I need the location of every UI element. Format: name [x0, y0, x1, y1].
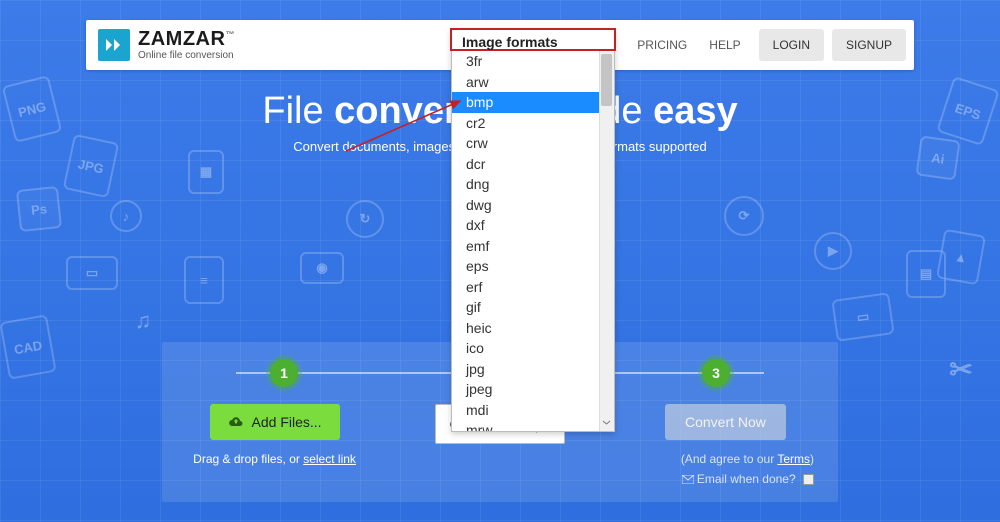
add-files-button[interactable]: Add Files... [210, 404, 340, 440]
email-checkbox[interactable] [803, 474, 814, 485]
step-1-column: Add Files... Drag & drop files, or selec… [162, 404, 387, 466]
bg-file-icon: ▦ [188, 150, 224, 194]
format-option-emf[interactable]: emf [452, 236, 614, 257]
logo-mark [98, 29, 130, 61]
hero-t0: File [262, 90, 334, 132]
format-option-dcr[interactable]: dcr [452, 154, 614, 175]
step-1-badge: 1 [270, 359, 298, 387]
format-option-mrw[interactable]: mrw [452, 420, 614, 431]
email-label: Email when done? [697, 472, 796, 486]
drag-drop-hint: Drag & drop files, or select link [162, 452, 387, 466]
bg-note-icon: ♪ [110, 200, 142, 232]
bg-music-icon: ♫ [128, 306, 158, 336]
terms-post: ) [810, 452, 814, 466]
nav-pricing[interactable]: PRICING [627, 30, 697, 60]
brand-name: ZAMZAR [138, 28, 225, 50]
brand-tagline: Online file conversion [138, 51, 235, 61]
bg-image-icon: ◉ [300, 252, 344, 284]
format-option-ico[interactable]: ico [452, 338, 614, 359]
format-option-heic[interactable]: heic [452, 318, 614, 339]
format-option-cr2[interactable]: cr2 [452, 113, 614, 134]
terms-link[interactable]: Terms [777, 452, 810, 466]
terms-hint: (And agree to our Terms) [613, 452, 838, 466]
format-option-jpg[interactable]: jpg [452, 359, 614, 380]
format-option-gif[interactable]: gif [452, 297, 614, 318]
add-files-label: Add Files... [252, 414, 322, 430]
scroll-down-icon[interactable] [602, 418, 611, 427]
scrollbar-track[interactable] [599, 30, 614, 431]
logo-arrows-icon [104, 35, 124, 55]
bg-doc-icon: ≡ [184, 256, 224, 304]
format-option-crw[interactable]: crw [452, 133, 614, 154]
bg-ps-icon: Ps [16, 186, 62, 232]
bg-refresh-icon: ↻ [346, 200, 384, 238]
convert-now-button[interactable]: Convert Now [665, 404, 786, 440]
cloud-upload-icon [228, 415, 244, 429]
format-option-dxf[interactable]: dxf [452, 215, 614, 236]
drag-text: Drag & drop files, or [193, 452, 303, 466]
format-option-erf[interactable]: erf [452, 277, 614, 298]
login-button[interactable]: LOGIN [759, 29, 824, 61]
brand-tm: ™ [225, 29, 235, 39]
mail-icon [682, 475, 694, 484]
format-option-eps[interactable]: eps [452, 256, 614, 277]
format-option-jpeg[interactable]: jpeg [452, 379, 614, 400]
format-option-dwg[interactable]: dwg [452, 195, 614, 216]
bg-laptop-icon: ▭ [831, 292, 894, 342]
bg-play-icon: ▶ [814, 232, 852, 270]
dropdown-header: Image formats [450, 28, 616, 51]
format-option-3fr[interactable]: 3fr [452, 51, 614, 72]
format-option-dng[interactable]: dng [452, 174, 614, 195]
logo-text: ZAMZAR™ Online file conversion [138, 29, 235, 61]
bg-picture-icon: ▲ [936, 229, 986, 286]
format-option-bmp[interactable]: bmp [452, 92, 614, 113]
bg-sync-icon: ⟳ [724, 196, 764, 236]
scrollbar-thumb[interactable] [601, 54, 612, 106]
bg-gear-icon: ✂ [944, 352, 978, 386]
format-option-mdi[interactable]: mdi [452, 400, 614, 421]
hero-t3: easy [653, 90, 738, 132]
bg-cad-icon: CAD [0, 314, 57, 379]
logo[interactable]: ZAMZAR™ Online file conversion [86, 29, 247, 61]
step-3-column: Convert Now (And agree to our Terms) Ema… [613, 404, 838, 486]
bg-cassette-icon: ▭ [66, 256, 118, 290]
select-link[interactable]: select link [303, 452, 356, 466]
signup-button[interactable]: SIGNUP [832, 29, 906, 61]
nav-help[interactable]: HELP [699, 30, 750, 60]
step-3-badge: 3 [702, 359, 730, 387]
dropdown-list: 3frarwbmpcr2crwdcrdngdwgdxfemfepserfgifh… [452, 51, 614, 431]
format-option-arw[interactable]: arw [452, 72, 614, 93]
format-dropdown: Image formats 3frarwbmpcr2crwdcrdngdwgdx… [451, 29, 615, 432]
terms-pre: (And agree to our [681, 452, 778, 466]
email-hint: Email when done? [613, 472, 838, 486]
